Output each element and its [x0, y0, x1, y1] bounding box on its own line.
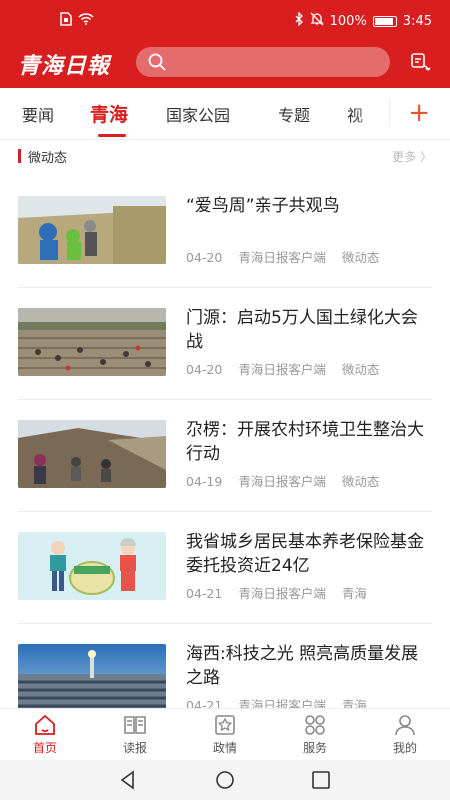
tab-yaowen[interactable]: 要闻: [22, 102, 54, 126]
home-icon: [15, 713, 75, 737]
battery-icon: [372, 15, 397, 27]
tab-fade: [350, 88, 410, 138]
news-title: 我省城乡居民基本养老保险基金委托投资近24亿: [186, 532, 424, 576]
news-title: “爱鸟周”亲子共观鸟: [186, 196, 340, 216]
active-tab-indicator: [98, 134, 126, 137]
bluetooth-icon: [294, 11, 304, 30]
news-thumbnail: [18, 420, 166, 488]
services-icon: [285, 713, 345, 737]
status-bar: 100% 3:45: [0, 0, 450, 42]
app-logo: 青海日報: [18, 53, 111, 79]
nav-profile[interactable]: 我的: [375, 713, 435, 756]
news-title: 海西:科技之光 照亮高质量发展之路: [186, 644, 419, 688]
battery-percent: 100%: [329, 13, 367, 29]
more-link[interactable]: 更多 〉: [392, 148, 432, 165]
news-meta: 04-20 青海日报客户端 微动态: [186, 359, 391, 378]
nav-label: 政情: [212, 741, 237, 755]
nav-services[interactable]: 服务: [285, 713, 345, 756]
tab-topics[interactable]: 专题: [278, 102, 310, 126]
news-source: 青海日报客户端: [238, 362, 326, 377]
news-thumbnail: [18, 644, 166, 712]
tab-qinghai[interactable]: 青海: [90, 100, 128, 127]
news-source: 青海日报客户端: [238, 586, 326, 601]
section-title: 微动态: [28, 151, 68, 166]
news-tag: 微动态: [341, 474, 380, 489]
news-meta: 04-20 青海日报客户端 微动态: [186, 247, 391, 266]
nav-government[interactable]: 政情: [195, 713, 255, 756]
section-marker: [18, 149, 21, 163]
nav-label: 服务: [302, 741, 327, 755]
bottom-nav: 首页 读报 政情 服务 我的: [0, 708, 450, 760]
news-tag: 青海: [341, 586, 367, 601]
nav-label: 读报: [122, 741, 147, 755]
nav-home[interactable]: 首页: [15, 713, 75, 756]
news-source: 青海日报客户端: [238, 250, 326, 265]
news-tag: 微动态: [341, 362, 380, 377]
news-meta: 04-19 青海日报客户端 微动态: [186, 471, 391, 490]
app-header: 青海日報: [0, 42, 450, 88]
news-item[interactable]: 我省城乡居民基本养老保险基金委托投资近24亿 04-21 青海日报客户端 青海: [18, 512, 432, 624]
clock: 3:45: [402, 13, 432, 29]
news-meta: 04-21 青海日报客户端 青海: [186, 583, 379, 602]
news-thumbnail: [18, 196, 166, 264]
sim-icon: [60, 12, 72, 30]
nav-newspaper[interactable]: 读报: [105, 713, 165, 756]
news-title: 尕楞：开展农村环境卫生整治大行动: [186, 420, 424, 464]
search-input[interactable]: [136, 47, 390, 77]
profile-icon: [375, 713, 435, 737]
news-thumbnail: [18, 308, 166, 376]
tab-national-park[interactable]: 国家公园: [166, 102, 230, 126]
news-item[interactable]: 尕楞：开展农村环境卫生整治大行动 04-19 青海日报客户端 微动态: [18, 400, 432, 512]
back-icon[interactable]: [118, 770, 138, 790]
news-date: 04-21: [186, 586, 223, 601]
recents-icon[interactable]: [311, 770, 331, 790]
news-date: 04-20: [186, 362, 223, 377]
system-nav-bar: [0, 760, 450, 800]
news-title: 门源：启动5万人国土绿化大会战: [186, 308, 418, 352]
newspaper-icon: [105, 713, 165, 737]
add-channel-button[interactable]: +: [408, 98, 430, 128]
news-date: 04-19: [186, 474, 223, 489]
wifi-icon: [78, 13, 94, 29]
section-header: 微动态 更多 〉: [18, 146, 432, 168]
news-date: 04-20: [186, 250, 223, 265]
nav-label: 首页: [32, 741, 57, 755]
news-item[interactable]: 门源：启动5万人国土绿化大会战 04-20 青海日报客户端 微动态: [18, 288, 432, 400]
news-tag: 微动态: [341, 250, 380, 265]
news-source: 青海日报客户端: [238, 474, 326, 489]
tab-divider: [389, 100, 390, 126]
mute-icon: [310, 12, 324, 30]
home-button-icon[interactable]: [215, 770, 235, 790]
channel-tabs: 要闻 青海 国家公园 专题 视 +: [0, 88, 450, 140]
government-icon: [195, 713, 255, 737]
news-thumbnail: [18, 532, 166, 600]
news-item[interactable]: “爱鸟周”亲子共观鸟 04-20 青海日报客户端 微动态: [18, 176, 432, 288]
nav-label: 我的: [392, 741, 417, 755]
